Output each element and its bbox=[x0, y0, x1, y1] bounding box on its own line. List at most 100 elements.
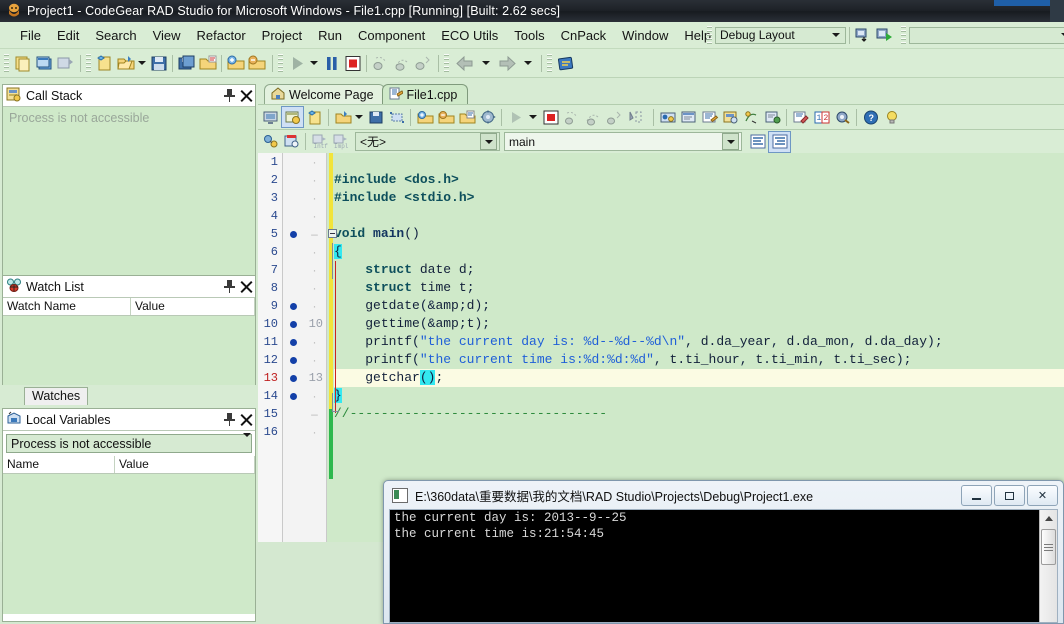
console-close-button[interactable]: ✕ bbox=[1027, 485, 1058, 506]
save-all-icon[interactable] bbox=[176, 53, 197, 73]
watch-list-close-button[interactable] bbox=[238, 278, 255, 295]
interface-section-icon[interactable]: Intf bbox=[309, 132, 330, 152]
toolbar-grip-2[interactable] bbox=[901, 26, 906, 44]
module-explorer-icon[interactable] bbox=[281, 132, 302, 152]
apply-layout-icon[interactable] bbox=[874, 25, 895, 45]
breakpoint-slot[interactable] bbox=[283, 171, 303, 189]
structured-view-icon[interactable] bbox=[768, 130, 791, 153]
code-line[interactable] bbox=[334, 423, 1064, 441]
modules-icon[interactable] bbox=[678, 107, 699, 127]
breakpoint-slot[interactable] bbox=[283, 189, 303, 207]
edit-watch-icon[interactable] bbox=[699, 107, 720, 127]
class-combo-chevron-down-icon[interactable] bbox=[480, 133, 497, 150]
menu-item-search[interactable]: Search bbox=[87, 25, 144, 46]
scrollbar-thumb[interactable] bbox=[1041, 529, 1056, 565]
class-combo[interactable]: <无> bbox=[355, 132, 500, 151]
step-over-editor-icon[interactable] bbox=[582, 107, 603, 127]
save-as-icon[interactable] bbox=[197, 53, 218, 73]
call-stack-pin-button[interactable] bbox=[221, 87, 238, 104]
local-variables-body[interactable] bbox=[3, 474, 255, 614]
code-line[interactable]: void main() bbox=[334, 225, 1064, 243]
code-line[interactable]: getdate(&amp;d); bbox=[334, 297, 1064, 315]
breakpoint-marker[interactable] bbox=[283, 351, 303, 369]
local-variables-col-value[interactable]: Value bbox=[115, 456, 255, 473]
menu-item-window[interactable]: Window bbox=[614, 25, 676, 46]
method-combo[interactable]: main bbox=[504, 132, 742, 151]
watch-list-col-value[interactable]: Value bbox=[131, 298, 255, 315]
step-over-icon[interactable] bbox=[391, 53, 412, 73]
watch-list-pin-button[interactable] bbox=[221, 278, 238, 295]
search-input[interactable] bbox=[914, 27, 1058, 43]
menu-item-project[interactable]: Project bbox=[254, 25, 310, 46]
pause-icon[interactable] bbox=[321, 53, 342, 73]
local-variables-chevron-down-icon[interactable] bbox=[243, 432, 251, 451]
method-combo-chevron-down-icon[interactable] bbox=[722, 133, 739, 150]
breakpoint-gutter[interactable] bbox=[283, 153, 303, 542]
run-editor-dropdown-icon[interactable] bbox=[526, 107, 540, 127]
console-scrollbar[interactable] bbox=[1039, 510, 1057, 622]
breakpoint-slot[interactable] bbox=[283, 243, 303, 261]
step-into-editor-icon[interactable] bbox=[561, 107, 582, 127]
grip-run[interactable] bbox=[278, 54, 283, 72]
find-icon[interactable] bbox=[790, 107, 811, 127]
threads-icon[interactable] bbox=[741, 107, 762, 127]
code-line[interactable]: //--------------------------------- bbox=[334, 405, 1064, 423]
help-icon[interactable]: ? bbox=[860, 107, 881, 127]
line-number-icon[interactable]: 12 bbox=[811, 107, 832, 127]
scrollbar-up-button[interactable] bbox=[1040, 510, 1057, 527]
search-chevron-down-icon[interactable] bbox=[1058, 27, 1064, 43]
run-editor-icon[interactable] bbox=[505, 107, 526, 127]
code-line[interactable] bbox=[334, 153, 1064, 171]
breakpoint-slot[interactable] bbox=[283, 153, 303, 171]
call-stack-close-button[interactable] bbox=[238, 87, 255, 104]
project-options-icon[interactable] bbox=[456, 107, 477, 127]
code-line[interactable] bbox=[334, 207, 1064, 225]
grip-nav[interactable] bbox=[444, 54, 449, 72]
code-line[interactable]: } bbox=[334, 387, 1064, 405]
menu-item-component[interactable]: Component bbox=[350, 25, 433, 46]
back-dropdown-icon[interactable] bbox=[478, 53, 494, 73]
watch-list-col-name[interactable]: Watch Name bbox=[3, 298, 131, 315]
code-line[interactable]: getchar(); bbox=[334, 369, 1064, 387]
tip-icon[interactable] bbox=[881, 107, 902, 127]
grip-desktop[interactable] bbox=[547, 54, 552, 72]
build-config-icon[interactable] bbox=[477, 107, 498, 127]
menu-item-eco-utils[interactable]: ECO Utils bbox=[433, 25, 506, 46]
breakpoint-marker[interactable] bbox=[283, 315, 303, 333]
align-icon[interactable] bbox=[386, 107, 407, 127]
console-output[interactable]: the current day is: 2013--9--25 the curr… bbox=[389, 509, 1058, 623]
menu-item-refactor[interactable]: Refactor bbox=[189, 25, 254, 46]
new-unit-icon[interactable] bbox=[304, 107, 325, 127]
menu-item-tools[interactable]: Tools bbox=[506, 25, 552, 46]
implementation-section-icon[interactable]: Impl bbox=[330, 132, 351, 152]
breakpoint-marker[interactable] bbox=[283, 225, 303, 243]
tab-file1-cpp[interactable]: File1.cpp bbox=[381, 84, 469, 104]
breakpoint-slot[interactable] bbox=[283, 207, 303, 225]
grip-view[interactable] bbox=[4, 54, 9, 72]
breakpoint-marker[interactable] bbox=[283, 297, 303, 315]
watch-list-body[interactable] bbox=[3, 316, 255, 386]
class-explorer-icon[interactable] bbox=[260, 132, 281, 152]
menu-item-run[interactable]: Run bbox=[310, 25, 350, 46]
view-form-active-icon[interactable] bbox=[281, 106, 304, 128]
remove-from-project-icon[interactable] bbox=[246, 53, 267, 73]
add-file-icon[interactable] bbox=[414, 107, 435, 127]
breakpoint-marker[interactable] bbox=[283, 369, 303, 387]
breakpoint-slot[interactable] bbox=[283, 423, 303, 441]
menu-item-view[interactable]: View bbox=[145, 25, 189, 46]
local-variables-pin-button[interactable] bbox=[221, 411, 238, 428]
breakpoints-icon[interactable] bbox=[657, 107, 678, 127]
toggle-form-unit-icon[interactable] bbox=[54, 53, 75, 73]
code-line[interactable]: printf("the current day is: %d--%d--%d\n… bbox=[334, 333, 1064, 351]
tab-welcome-page[interactable]: Welcome Page bbox=[264, 84, 385, 104]
save-icon[interactable] bbox=[148, 53, 169, 73]
menu-item-file[interactable]: File bbox=[12, 25, 49, 46]
cpu-view-icon[interactable] bbox=[762, 107, 783, 127]
code-line[interactable]: #include <dos.h> bbox=[334, 171, 1064, 189]
navigate-back-icon[interactable] bbox=[452, 53, 478, 73]
view-unit-icon[interactable] bbox=[260, 107, 281, 127]
breakpoint-slot[interactable] bbox=[283, 279, 303, 297]
local-variables-col-name[interactable]: Name bbox=[3, 456, 115, 473]
menu-item-edit[interactable]: Edit bbox=[49, 25, 87, 46]
code-line[interactable]: struct time t; bbox=[334, 279, 1064, 297]
